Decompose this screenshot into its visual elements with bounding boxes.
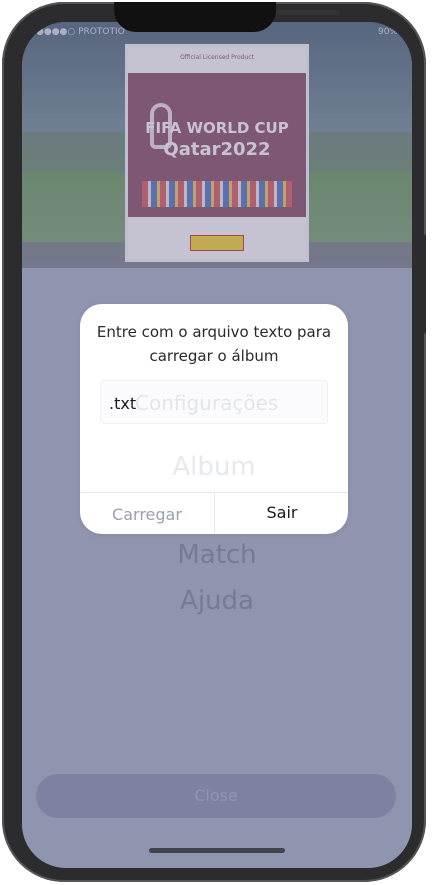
background-menu-album: Album	[172, 452, 256, 482]
file-input-field[interactable]: Configurações	[100, 380, 328, 424]
dialog-message: Entre com o arquivo texto para carregar …	[96, 323, 332, 365]
side-button	[422, 234, 426, 334]
exit-button[interactable]: Sair	[215, 492, 348, 534]
speaker-grille	[276, 10, 340, 15]
notch	[114, 2, 340, 32]
load-button[interactable]: Carregar	[80, 492, 214, 534]
load-album-dialog: Entre com o arquivo texto para carregar …	[80, 304, 348, 534]
file-text-input[interactable]	[107, 389, 311, 417]
